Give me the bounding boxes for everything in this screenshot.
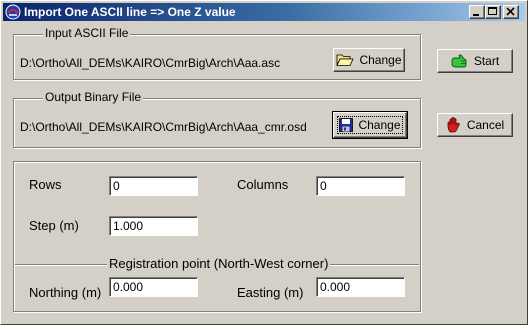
easting-input[interactable]: 0.000	[316, 277, 405, 297]
columns-label: Columns	[237, 177, 289, 192]
input-file-path: D:\Ortho\All_DEMs\KAIRO\CmrBig\Arch\Aaa.…	[20, 56, 281, 70]
rows-label: Rows	[29, 177, 62, 192]
columns-input[interactable]: 0	[316, 176, 405, 196]
close-button[interactable]	[503, 5, 519, 19]
input-change-button[interactable]: Change	[333, 48, 405, 72]
input-file-legend: Input ASCII File	[43, 26, 131, 40]
registration-heading: Registration point (North-West corner)	[107, 256, 331, 271]
minimize-button[interactable]	[469, 5, 485, 19]
green-hand-icon	[451, 54, 467, 68]
input-change-label: Change	[359, 53, 402, 67]
focus-rect	[337, 116, 403, 134]
start-button[interactable]: Start	[437, 49, 513, 73]
window-title: Import One ASCII line => One Z value	[24, 5, 236, 19]
northing-label: Northing (m)	[29, 285, 102, 300]
start-label: Start	[473, 54, 500, 68]
red-hand-icon	[447, 117, 460, 133]
cancel-button[interactable]: Cancel	[437, 113, 513, 137]
maximize-button[interactable]	[485, 5, 501, 19]
folder-open-icon	[336, 54, 355, 66]
app-logo-icon	[5, 4, 21, 20]
maximize-icon	[488, 7, 497, 15]
output-file-legend: Output Binary File	[43, 90, 144, 104]
title-bar[interactable]: Import One ASCII line => One Z value	[3, 3, 525, 21]
step-label: Step (m)	[29, 218, 79, 233]
output-file-path: D:\Ortho\All_DEMs\KAIRO\CmrBig\Arch\Aaa_…	[20, 120, 307, 134]
minimize-icon	[473, 14, 479, 16]
step-input[interactable]: 1.000	[109, 216, 198, 236]
easting-label: Easting (m)	[237, 285, 304, 300]
rows-input[interactable]: 0	[109, 176, 198, 196]
import-dialog: Import One ASCII line => One Z value Inp…	[0, 0, 528, 325]
output-change-button[interactable]: Change	[332, 111, 408, 139]
northing-input[interactable]: 0.000	[109, 277, 198, 297]
close-icon	[506, 7, 515, 16]
cancel-label: Cancel	[466, 118, 505, 132]
